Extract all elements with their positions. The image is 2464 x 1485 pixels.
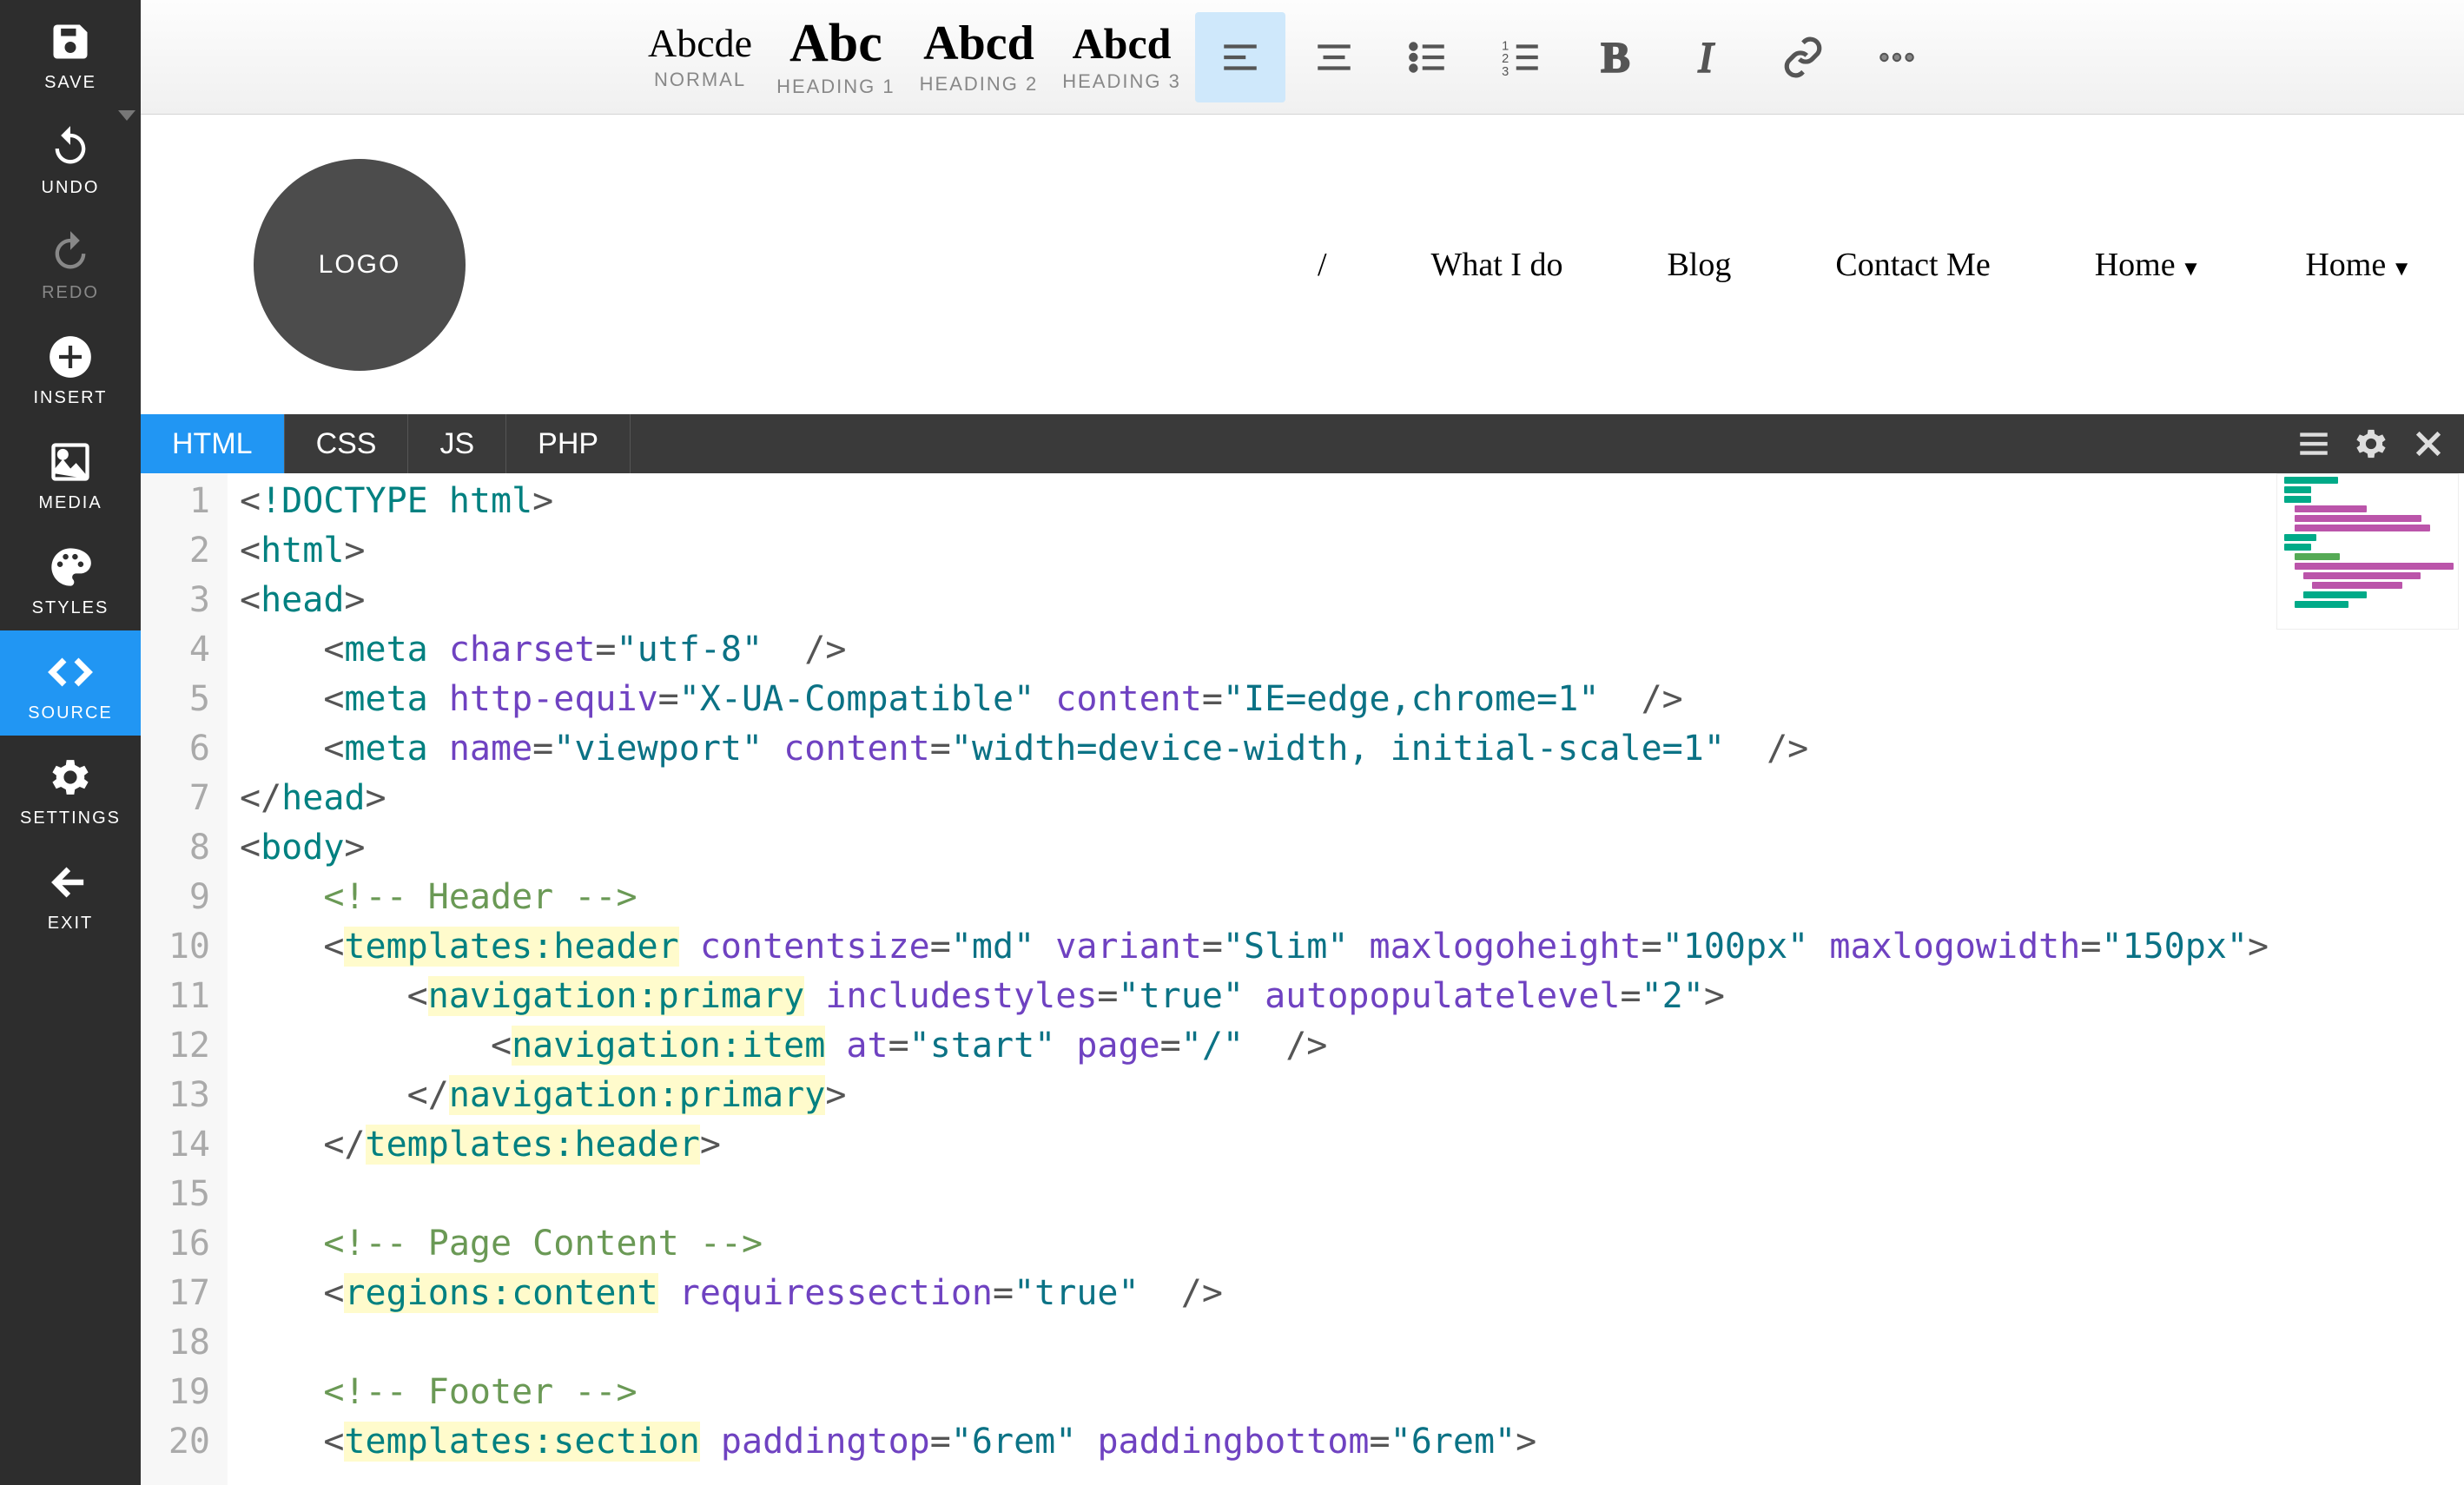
undo-dropdown-caret-icon[interactable] xyxy=(118,110,135,121)
h3-sample: Abcd xyxy=(1073,22,1172,65)
svg-text:I: I xyxy=(1697,36,1714,79)
svg-text:3: 3 xyxy=(1502,64,1509,78)
line-gutter: 1234567891011121314151617181920 xyxy=(141,473,228,1485)
more-button[interactable] xyxy=(1852,12,1942,102)
settings-label: SETTINGS xyxy=(20,808,121,828)
bullet-list-button[interactable] xyxy=(1383,12,1473,102)
normal-sample: Abcde xyxy=(648,23,752,63)
undo-label: UNDO xyxy=(42,178,100,198)
media-button[interactable]: MEDIA xyxy=(0,420,141,525)
palette-icon xyxy=(46,543,95,591)
normal-label: NORMAL xyxy=(654,69,746,91)
h2-label: HEADING 2 xyxy=(920,73,1039,96)
minimap[interactable] xyxy=(2276,473,2459,630)
nav-item-home-1[interactable]: Home▼ xyxy=(2095,246,2202,284)
insert-label: INSERT xyxy=(34,388,108,408)
chevron-down-icon: ▼ xyxy=(2181,258,2202,280)
insert-button[interactable]: INSERT xyxy=(0,315,141,420)
italic-button[interactable]: I xyxy=(1664,12,1754,102)
arrow-left-icon xyxy=(46,858,95,907)
exit-button[interactable]: EXIT xyxy=(0,841,141,946)
preview-nav: / What I do Blog Contact Me Home▼ Home▼ xyxy=(1318,246,2412,284)
settings-button[interactable]: SETTINGS xyxy=(0,736,141,841)
logo-text: LOGO xyxy=(319,250,401,280)
page-preview: LOGO / What I do Blog Contact Me Home▼ H… xyxy=(141,115,2464,414)
save-label: SAVE xyxy=(44,73,96,93)
tab-html[interactable]: HTML xyxy=(141,414,285,473)
redo-label: REDO xyxy=(42,283,99,303)
h3-label: HEADING 3 xyxy=(1062,70,1181,93)
format-normal[interactable]: Abcde NORMAL xyxy=(636,0,764,114)
gear-icon xyxy=(46,753,95,802)
code-icon xyxy=(46,648,95,696)
styles-button[interactable]: STYLES xyxy=(0,525,141,630)
format-heading-3[interactable]: Abcd HEADING 3 xyxy=(1050,0,1193,114)
plus-icon xyxy=(46,333,95,381)
format-heading-2[interactable]: Abcd HEADING 2 xyxy=(908,0,1051,114)
image-icon xyxy=(46,438,95,486)
nav-item-home-2[interactable]: Home▼ xyxy=(2305,246,2412,284)
menu-icon[interactable] xyxy=(2296,426,2332,462)
align-center-button[interactable] xyxy=(1289,12,1379,102)
media-label: MEDIA xyxy=(38,493,102,513)
code-tabs-bar: HTML CSS JS PHP xyxy=(141,414,2464,473)
tab-css[interactable]: CSS xyxy=(285,414,409,473)
nav-item-blog[interactable]: Blog xyxy=(1667,246,1731,284)
redo-icon xyxy=(46,228,95,276)
left-sidebar: SAVE UNDO REDO INSERT MEDIA STYLES xyxy=(0,0,141,1485)
logo-placeholder[interactable]: LOGO xyxy=(254,159,466,371)
exit-label: EXIT xyxy=(48,914,93,934)
h2-sample: Abcd xyxy=(923,19,1034,68)
bold-button[interactable]: B xyxy=(1570,12,1661,102)
undo-icon xyxy=(46,122,95,171)
tab-js[interactable]: JS xyxy=(408,414,506,473)
save-button[interactable]: SAVE xyxy=(0,0,141,105)
styles-label: STYLES xyxy=(32,598,109,618)
tab-php[interactable]: PHP xyxy=(506,414,631,473)
svg-text:B: B xyxy=(1601,36,1629,79)
nav-item-root[interactable]: / xyxy=(1318,246,1327,284)
h1-label: HEADING 1 xyxy=(776,76,895,98)
source-label: SOURCE xyxy=(28,703,113,723)
close-icon[interactable] xyxy=(2410,426,2447,462)
undo-button[interactable]: UNDO xyxy=(0,105,141,210)
format-heading-1[interactable]: Abc HEADING 1 xyxy=(764,0,908,114)
chevron-down-icon: ▼ xyxy=(2391,258,2412,280)
format-toolbar: Abcde NORMAL Abc HEADING 1 Abcd HEADING … xyxy=(141,0,2464,115)
align-left-button[interactable] xyxy=(1195,12,1285,102)
code-editor[interactable]: 1234567891011121314151617181920 <!DOCTYP… xyxy=(141,473,2464,1485)
source-button[interactable]: SOURCE xyxy=(0,630,141,736)
h1-sample: Abc xyxy=(789,16,882,70)
redo-button[interactable]: REDO xyxy=(0,210,141,315)
numbered-list-button[interactable]: 123 xyxy=(1476,12,1567,102)
nav-item-contact[interactable]: Contact Me xyxy=(1835,246,1990,284)
link-button[interactable] xyxy=(1758,12,1848,102)
nav-item-what-i-do[interactable]: What I do xyxy=(1431,246,1563,284)
code-content[interactable]: <!DOCTYPE html><html><head> <meta charse… xyxy=(228,473,2464,1485)
save-icon xyxy=(46,17,95,66)
gear-icon[interactable] xyxy=(2353,426,2389,462)
